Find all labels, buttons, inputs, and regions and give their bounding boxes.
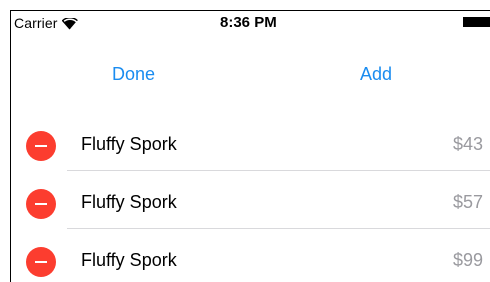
minus-glyph (35, 203, 47, 205)
list-item[interactable]: Fluffy Spork $43 (11, 113, 490, 171)
item-list: Fluffy Spork $43 Fluffy Spork $57 Fluffy… (11, 113, 490, 282)
delete-minus-icon[interactable] (26, 247, 56, 277)
status-time: 8:36 PM (220, 14, 277, 31)
battery-icon (463, 17, 490, 27)
minus-glyph (35, 261, 47, 263)
list-item[interactable]: Fluffy Spork $99 (11, 229, 490, 282)
item-price: $99 (452, 250, 483, 270)
item-title: Fluffy Spork (81, 192, 177, 212)
add-button[interactable]: Add (360, 63, 392, 85)
minus-glyph (35, 145, 47, 147)
carrier-indicator: Carrier (14, 15, 79, 31)
item-price: $57 (452, 192, 483, 212)
list-item[interactable]: Fluffy Spork $57 (11, 171, 490, 229)
item-price: $43 (452, 134, 483, 154)
item-title: Fluffy Spork (81, 134, 177, 154)
status-bar: Carrier 8:36 PM (11, 11, 490, 33)
navigation-bar: Done Add (11, 33, 490, 113)
delete-minus-icon[interactable] (26, 189, 56, 219)
delete-minus-icon[interactable] (26, 131, 56, 161)
item-title: Fluffy Spork (81, 250, 177, 270)
carrier-label: Carrier (14, 15, 58, 31)
wifi-icon (62, 17, 79, 30)
phone-screen: Carrier 8:36 PM Done Add Fluffy Spork $4… (10, 10, 490, 282)
done-button[interactable]: Done (112, 63, 155, 85)
